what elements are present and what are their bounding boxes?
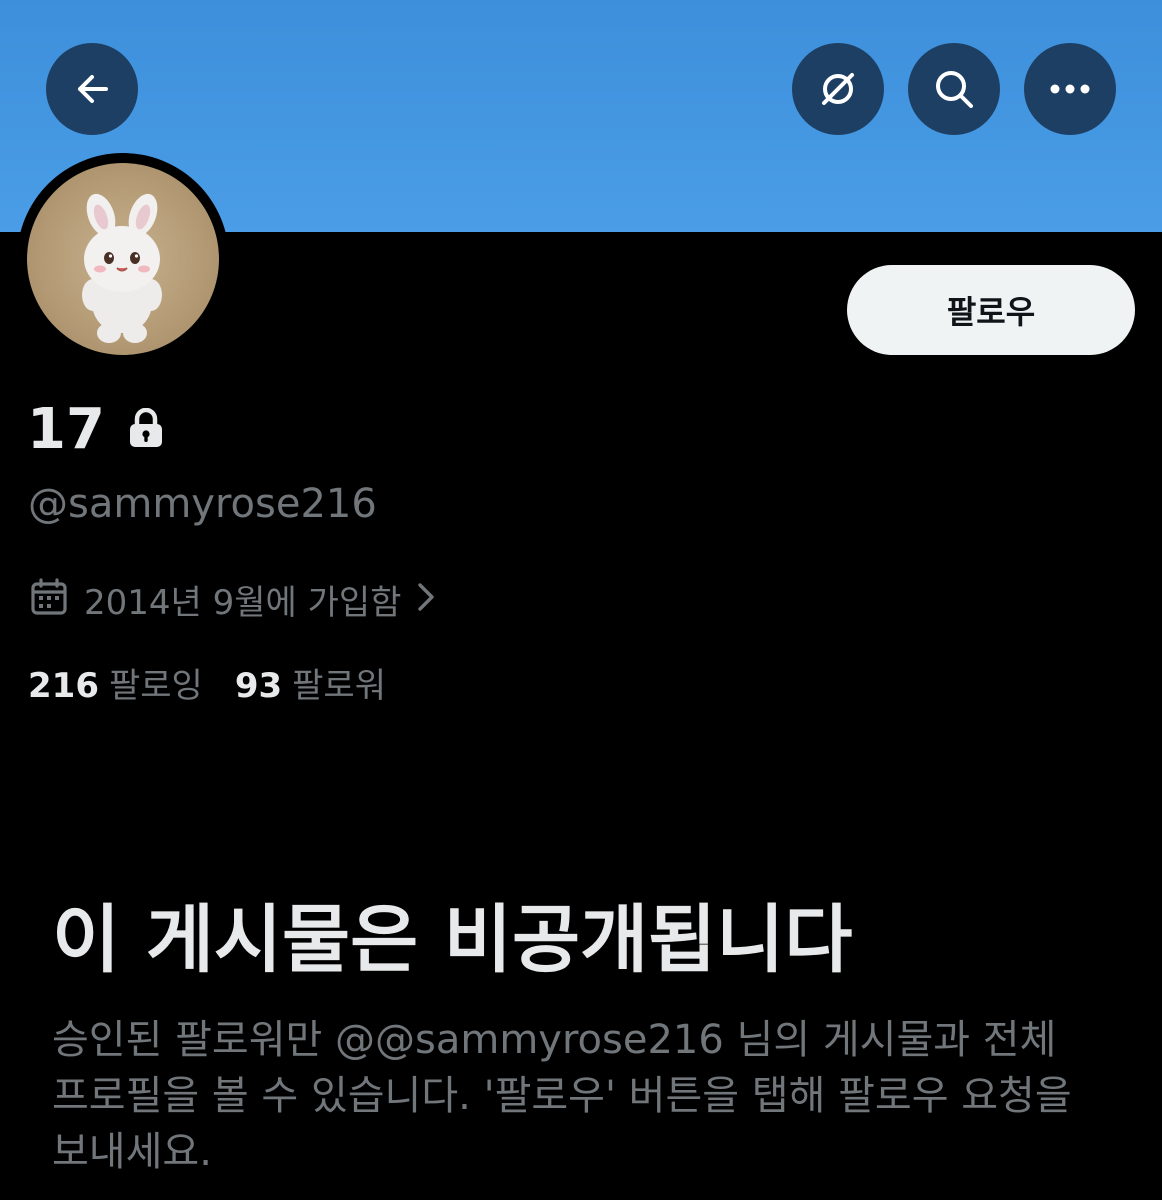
followers-count: 93 xyxy=(234,666,283,706)
display-name: 17 xyxy=(27,397,105,462)
avatar xyxy=(27,163,219,355)
followers-label: 팔로워 xyxy=(292,666,386,706)
following-label: 팔로잉 xyxy=(108,666,203,706)
grok-button[interactable] xyxy=(792,43,884,135)
private-notice-title: 이 게시물은 비공개됩니다 xyxy=(52,897,853,983)
chevron-right-icon xyxy=(415,579,437,626)
lock-icon xyxy=(127,398,165,462)
follow-stats: 216 팔로잉 93 팔로워 xyxy=(28,664,386,708)
more-button[interactable] xyxy=(1024,43,1116,135)
display-name-row: 17 xyxy=(27,398,165,462)
more-horizontal-icon xyxy=(1048,83,1092,95)
arrow-left-icon xyxy=(72,69,112,109)
joined-date-text: 2014년 9월에 가입함 xyxy=(84,582,402,623)
joined-date-row[interactable]: 2014년 9월에 가입함 xyxy=(30,578,437,627)
followers-link[interactable]: 93 팔로워 xyxy=(235,664,386,708)
following-link[interactable]: 216 팔로잉 xyxy=(28,664,203,708)
search-icon xyxy=(932,67,976,111)
calendar-icon xyxy=(30,578,68,627)
search-button[interactable] xyxy=(908,43,1000,135)
grok-slash-icon xyxy=(815,66,861,112)
follow-button[interactable]: 팔로우 xyxy=(847,265,1135,355)
avatar-frame[interactable] xyxy=(17,153,229,365)
profile-handle: @sammyrose216 xyxy=(28,481,377,527)
following-count: 216 xyxy=(28,666,99,706)
back-button[interactable] xyxy=(46,43,138,135)
private-notice-description: 승인된 팔로워만 @@sammyrose216 님의 게시물과 전체 프로필을 … xyxy=(52,1017,1072,1175)
